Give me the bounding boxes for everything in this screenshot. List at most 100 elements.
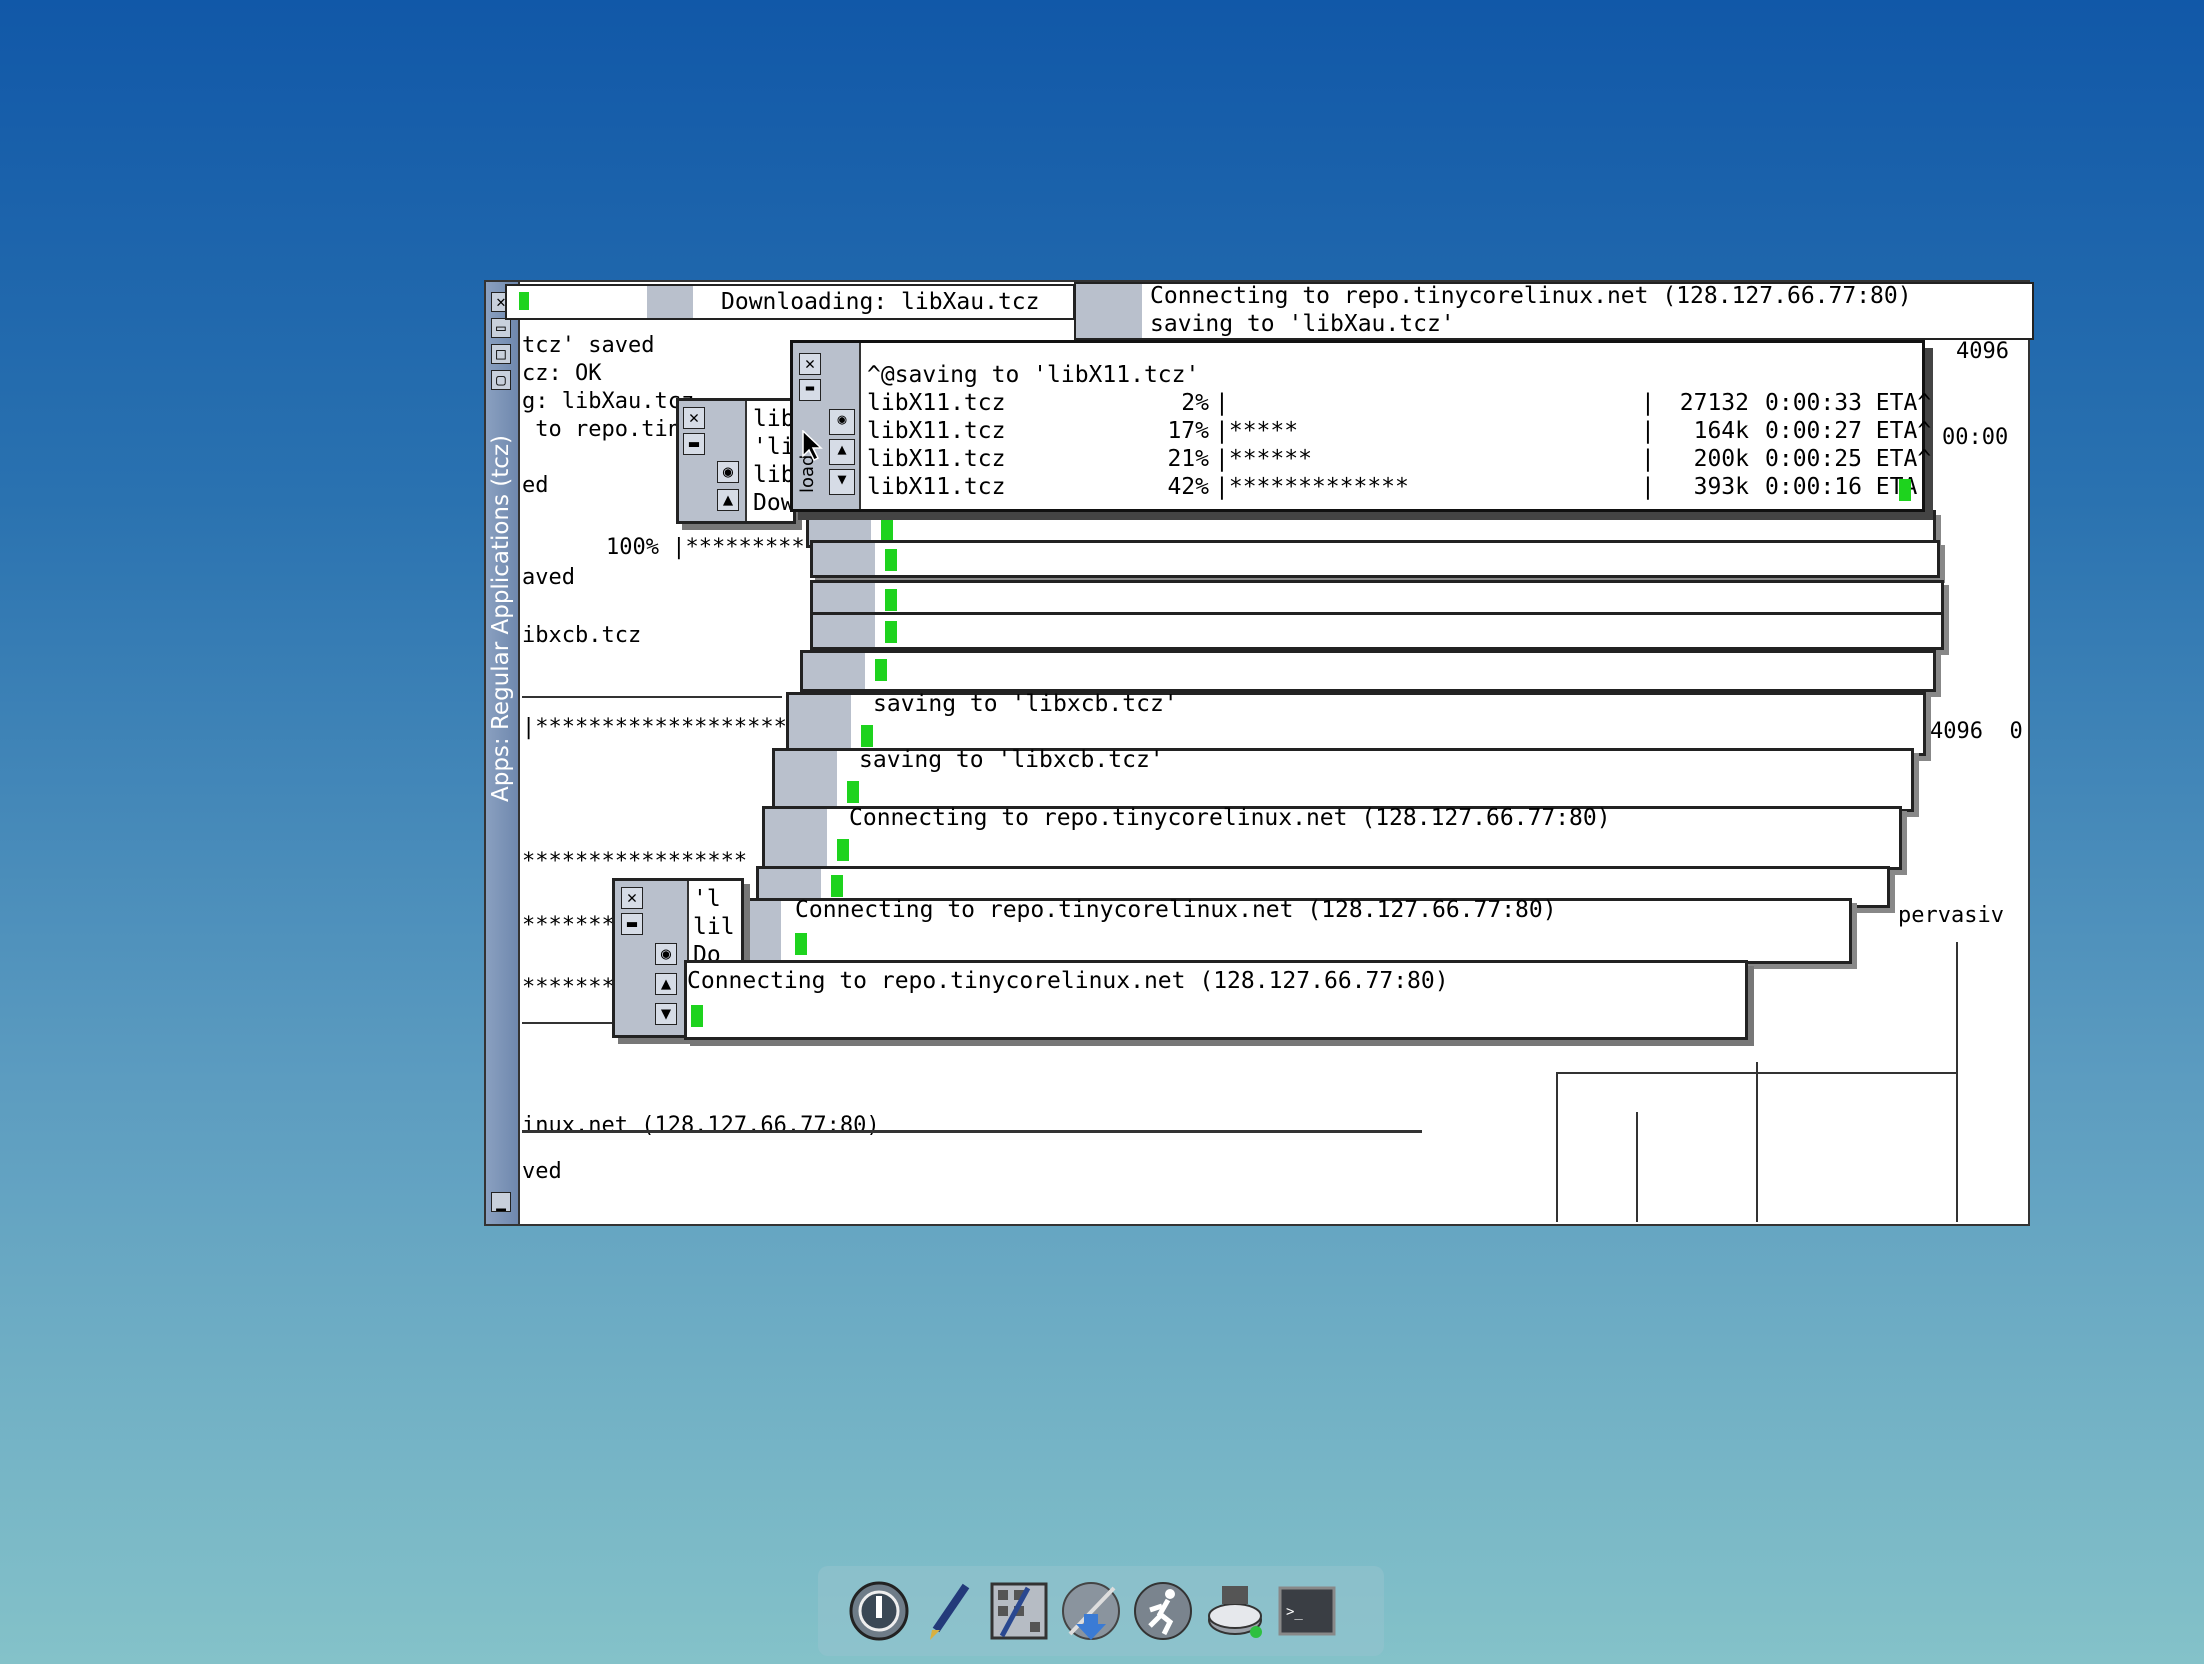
- progress-bar: |*************: [1215, 474, 1409, 500]
- apps-window-titlebar[interactable]: ✕ ▭ □ ▢ Apps: Regular Applications (tcz)…: [486, 282, 520, 1224]
- connect-line: Connecting to repo.tinycorelinux.net (12…: [1150, 283, 1912, 309]
- divider: [1956, 942, 1958, 1222]
- connect-window[interactable]: Connecting to repo.tinycorelinux.net (12…: [1074, 282, 2034, 340]
- scroll-up-icon[interactable]: ▲: [717, 489, 739, 511]
- minimize-icon[interactable]: ▬: [621, 913, 643, 935]
- stacked-terminal[interactable]: [800, 650, 1936, 692]
- size-readout: 4096: [1956, 339, 2009, 364]
- apps-download-icon[interactable]: [1058, 1578, 1124, 1644]
- bg-line: ibxcb.tcz: [522, 623, 642, 648]
- window-controls[interactable]: [789, 695, 851, 753]
- terminal-line: 'l: [693, 886, 721, 912]
- divider: [522, 1130, 1422, 1133]
- stacked-terminal[interactable]: Connecting to repo.tinycorelinux.net (12…: [716, 897, 1852, 964]
- scroll-down-icon[interactable]: ▼: [829, 469, 855, 495]
- close-icon[interactable]: ✕: [621, 887, 643, 909]
- stacked-terminal[interactable]: [810, 540, 1940, 578]
- text-cursor: [1899, 479, 1911, 501]
- text-cursor: [881, 519, 893, 541]
- window-controls[interactable]: [813, 543, 875, 575]
- text-cursor: [875, 659, 887, 681]
- stacked-terminal[interactable]: [810, 612, 1944, 650]
- scroll-up-icon[interactable]: ▲: [829, 439, 855, 465]
- power-icon[interactable]: [846, 1578, 912, 1644]
- bg-line: cz: OK: [522, 361, 602, 386]
- progress-eta: 0:00:27 ETA^: [1765, 418, 1932, 444]
- bg-line: tcz' saved: [522, 333, 655, 358]
- progress-percent: 42%: [1167, 474, 1209, 500]
- progress-size: 27132: [1679, 390, 1749, 416]
- window-controls[interactable]: [647, 286, 693, 318]
- progress-sep: |: [1641, 446, 1655, 472]
- settings-icon[interactable]: ◉: [717, 461, 739, 483]
- settings-icon[interactable]: ◉: [829, 409, 855, 435]
- window-controls[interactable]: [775, 751, 837, 809]
- window-controls[interactable]: [1076, 284, 1142, 338]
- progress-bar: |*****: [1215, 418, 1299, 444]
- window-controls[interactable]: ✕ ▬ ◉ ▲: [679, 401, 747, 521]
- settings-icon[interactable]: ◉: [655, 943, 677, 965]
- window-controls[interactable]: [813, 615, 875, 647]
- eta-readout: 00:00: [1942, 425, 2009, 450]
- terminal-line: Connecting to repo.tinycorelinux.net (12…: [849, 805, 1611, 831]
- download-window[interactable]: Downloading: libXau.tcz: [505, 284, 1075, 320]
- progress-size: 200k: [1693, 446, 1749, 472]
- connect-terminal[interactable]: Connecting to repo.tinycorelinux.net (12…: [684, 960, 1748, 1040]
- text-cursor: [885, 621, 897, 643]
- progress-file: libX11.tcz: [867, 418, 1006, 444]
- progress-bar: |: [1215, 390, 1229, 416]
- mouse-pointer-icon: [802, 430, 823, 462]
- progress-percent: 2%: [1181, 390, 1209, 416]
- terminal-icon[interactable]: >_: [1274, 1578, 1340, 1644]
- progress-eta: 0:00:16 ETA: [1765, 474, 1918, 500]
- bg-line: |*******************: [522, 715, 787, 740]
- stacked-terminal[interactable]: saving to 'libxcb.tcz': [772, 747, 1914, 812]
- progress-file: libX11.tcz: [867, 446, 1006, 472]
- maximize-icon[interactable]: □: [491, 344, 511, 364]
- terminal-line: 'li: [753, 434, 795, 460]
- terminal-line: saving to 'libxcb.tcz': [859, 747, 1164, 773]
- scroll-up-icon[interactable]: ▲: [655, 973, 677, 995]
- text-cursor: [831, 875, 843, 897]
- taskbar: >_: [818, 1566, 1384, 1656]
- bg-line: *****************: [522, 849, 748, 874]
- progress-eta: 0:00:33 ETA^: [1765, 390, 1932, 416]
- window-controls[interactable]: ✕ ▬ ◉ ▲ ▼ load: [793, 343, 861, 509]
- progress-percent: 21%: [1167, 446, 1209, 472]
- small-terminal[interactable]: ✕ ▬ ◉ ▲ lib 'li lib Dow: [676, 398, 796, 524]
- stacked-terminal[interactable]: Connecting to repo.tinycorelinux.net (12…: [762, 805, 1902, 870]
- main-terminal[interactable]: ✕ ▬ ◉ ▲ ▼ load ^@saving to 'libX11.tcz' …: [790, 340, 1931, 512]
- window-controls[interactable]: [765, 809, 827, 867]
- text-cursor: [847, 781, 859, 803]
- divider: [1556, 1072, 1558, 1222]
- size-readout: 4096 0: [1930, 719, 2023, 744]
- desktop: ✕ ▭ □ ▢ Apps: Regular Applications (tcz)…: [0, 0, 2204, 1664]
- resize-handle-icon[interactable]: ▁: [491, 1192, 511, 1212]
- progress-bar: |******: [1215, 446, 1312, 472]
- download-title: Downloading: libXau.tcz: [721, 289, 1040, 315]
- window-controls[interactable]: [813, 583, 875, 615]
- bg-line: g: libXau.tcz: [522, 389, 695, 414]
- minimize-icon[interactable]: ▭: [491, 318, 511, 338]
- progress-size: 164k: [1693, 418, 1749, 444]
- bg-line: aved: [522, 565, 575, 590]
- minimize-icon[interactable]: ▬: [683, 433, 705, 455]
- editor-pen-icon[interactable]: [916, 1578, 982, 1644]
- text-cursor: [795, 933, 807, 955]
- terminal-line: lib: [753, 406, 795, 432]
- minimize-icon[interactable]: ▬: [799, 379, 821, 401]
- terminal-header: ^@saving to 'libX11.tcz': [867, 362, 1200, 388]
- run-icon[interactable]: [1130, 1578, 1196, 1644]
- saving-line: saving to 'libXau.tcz': [1150, 311, 1455, 337]
- svg-text:>_: >_: [1286, 1604, 1303, 1620]
- window-controls[interactable]: ✕ ▬ ◉ ▲ ▼: [615, 881, 689, 1035]
- mount-tool-icon[interactable]: [1202, 1578, 1268, 1644]
- close-icon[interactable]: ✕: [683, 407, 705, 429]
- window-controls[interactable]: [803, 653, 865, 689]
- bg-line: inux.net (128.127.66.77:80): [522, 1113, 880, 1138]
- terminal-line: Connecting to repo.tinycorelinux.net (12…: [795, 897, 1557, 923]
- control-panel-icon[interactable]: [986, 1578, 1052, 1644]
- progress-file: libX11.tcz: [867, 474, 1006, 500]
- close-icon[interactable]: ✕: [799, 353, 821, 375]
- scroll-down-icon[interactable]: ▼: [655, 1003, 677, 1025]
